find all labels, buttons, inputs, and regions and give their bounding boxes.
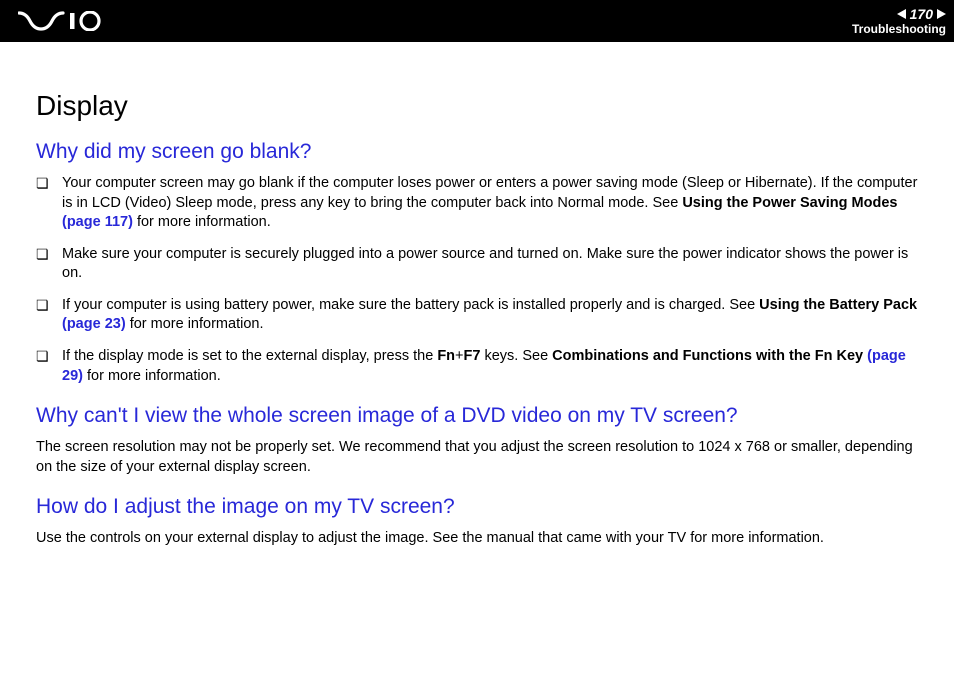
- nav-next-icon[interactable]: [937, 9, 946, 19]
- question-1-heading: Why did my screen go blank?: [36, 140, 918, 164]
- text-run: for more information.: [83, 368, 221, 384]
- text-run: for more information.: [133, 214, 271, 230]
- question-1-list: Your computer screen may go blank if the…: [36, 174, 918, 386]
- list-item: If your computer is using battery power,…: [36, 296, 918, 335]
- text-run-bold: Using the Power Saving Modes: [682, 195, 897, 211]
- nav-prev-icon[interactable]: [897, 9, 906, 19]
- page-number: 170: [910, 7, 933, 21]
- text-run: If your computer is using battery power,…: [62, 297, 759, 313]
- text-run: +: [455, 348, 463, 364]
- text-run: If the display mode is set to the extern…: [62, 348, 437, 364]
- content-area: Display Why did my screen go blank? Your…: [0, 42, 954, 549]
- text-run: for more information.: [126, 316, 264, 332]
- vaio-logo-svg: [18, 11, 108, 31]
- question-2-para: The screen resolution may not be properl…: [36, 438, 918, 477]
- page-meta: 170 Troubleshooting: [852, 7, 946, 35]
- text-run-bold: Combinations and Functions with the Fn K…: [552, 348, 867, 364]
- page-link[interactable]: (page 23): [62, 316, 126, 332]
- page-nav: 170: [897, 7, 946, 21]
- page-link[interactable]: (page 117): [62, 214, 133, 230]
- question-3-heading: How do I adjust the image on my TV scree…: [36, 495, 918, 519]
- page-title: Display: [36, 90, 918, 122]
- list-item: Make sure your computer is securely plug…: [36, 245, 918, 284]
- text-run-bold: Fn: [437, 348, 455, 364]
- text-run-bold: F7: [464, 348, 481, 364]
- text-run: Make sure your computer is securely plug…: [62, 246, 908, 282]
- text-run-bold: Using the Battery Pack: [759, 297, 917, 313]
- vaio-logo: [18, 11, 108, 31]
- text-run: keys. See: [480, 348, 552, 364]
- section-label: Troubleshooting: [852, 23, 946, 35]
- question-3-para: Use the controls on your external displa…: [36, 529, 918, 549]
- list-item: Your computer screen may go blank if the…: [36, 174, 918, 233]
- question-2-heading: Why can't I view the whole screen image …: [36, 404, 918, 428]
- header-bar: 170 Troubleshooting: [0, 0, 954, 42]
- list-item: If the display mode is set to the extern…: [36, 347, 918, 386]
